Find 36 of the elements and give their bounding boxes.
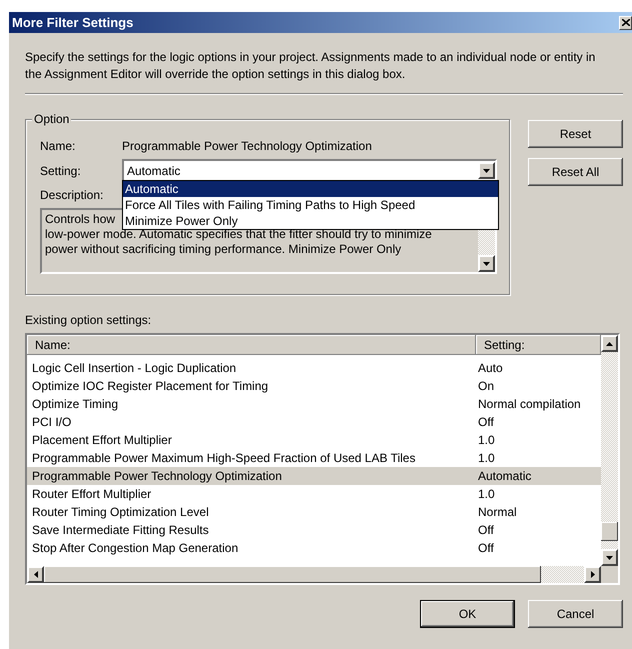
ok-button[interactable]: OK xyxy=(420,600,515,628)
caret-icon xyxy=(483,262,490,266)
group-label: Option xyxy=(32,112,72,126)
scroll-right-button[interactable] xyxy=(584,566,601,583)
caret-icon xyxy=(483,168,490,172)
setting-label: Setting: xyxy=(40,164,82,178)
window-title: More Filter Settings xyxy=(12,15,134,30)
name-value: Programmable Power Technology Optimization xyxy=(122,138,372,152)
reset-button[interactable]: Reset All xyxy=(528,158,623,186)
caret-icon xyxy=(590,571,594,578)
scroll-thumb[interactable] xyxy=(601,522,618,541)
column-header[interactable]: Setting: xyxy=(476,335,601,355)
scroll-left-button[interactable] xyxy=(27,566,44,583)
description-label: Description: xyxy=(40,188,104,202)
caret-icon xyxy=(606,342,613,346)
dropdown-option[interactable]: Automatic xyxy=(123,181,498,197)
caret-icon xyxy=(606,556,613,560)
description-line: low-power mode. Automatic specifies that the fitter should try to minimize xyxy=(45,227,432,241)
list-row[interactable]: Programmable Power Technology Optimization Automatic xyxy=(27,467,601,485)
reset-button[interactable]: Reset xyxy=(528,120,623,148)
close-icon xyxy=(622,19,630,26)
dropdown-button[interactable] xyxy=(478,162,495,179)
scrollbar-corner xyxy=(601,566,618,583)
section-label: Existing option settings: xyxy=(25,313,152,329)
description-line: Controls how xyxy=(45,212,116,226)
description-line: power without sacrificing timing performance. Minimize Power Only xyxy=(45,242,402,256)
vertical-scrollbar[interactable] xyxy=(601,335,618,566)
cancel-button[interactable]: Cancel xyxy=(528,600,623,628)
caret-icon xyxy=(34,571,38,578)
scroll-up-button[interactable] xyxy=(601,335,618,352)
name-label: Name: xyxy=(40,138,76,152)
scroll-down-button[interactable] xyxy=(478,255,495,272)
close-button[interactable] xyxy=(619,16,632,30)
intro-text: Specify the settings for the logic options in your project. Assignments made to an individual node or entity in the Assignment Editor will override the option settings in this dialog box. xyxy=(25,49,596,83)
column-header[interactable]: Name: xyxy=(27,335,476,355)
scroll-down-button[interactable] xyxy=(601,549,618,566)
